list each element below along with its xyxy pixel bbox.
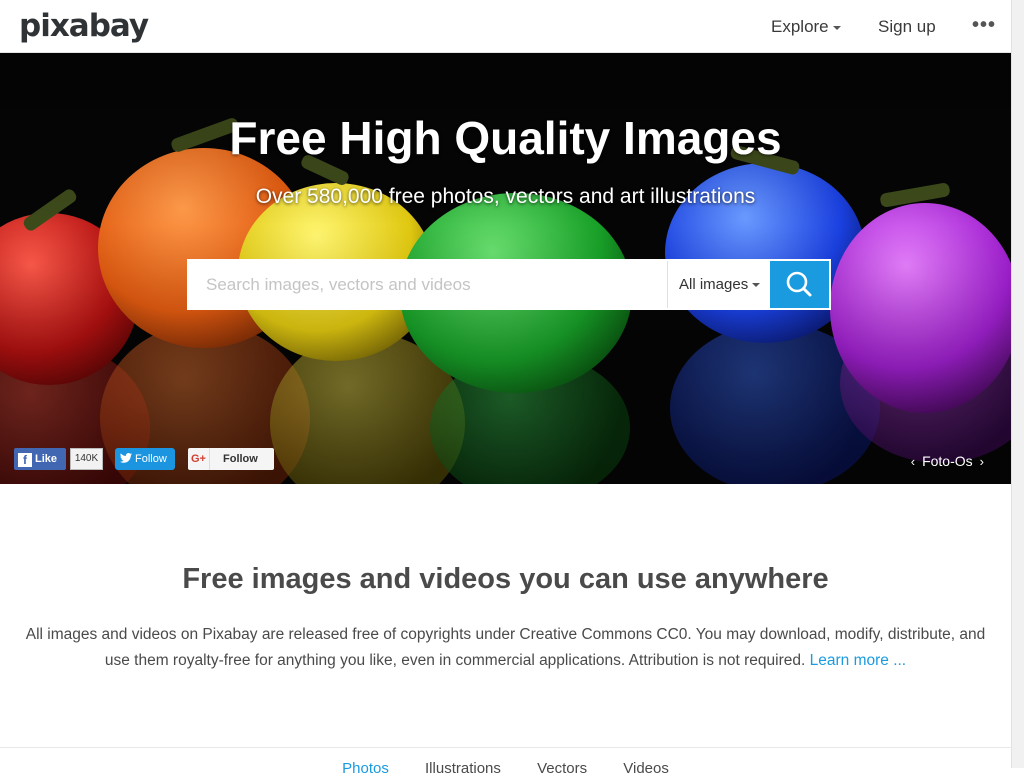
- tab-illustrations[interactable]: Illustrations: [425, 760, 501, 777]
- top-navbar: pixabay Explore Sign up •••: [0, 0, 1024, 53]
- tab-vectors[interactable]: Vectors: [537, 760, 587, 777]
- search-button[interactable]: [770, 261, 829, 308]
- hero-title: Free High Quality Images: [229, 112, 782, 164]
- caret-down-icon: [752, 283, 761, 288]
- intro-paragraph: All images and videos on Pixabay are rel…: [20, 622, 991, 674]
- page-scrollbar[interactable]: [1011, 0, 1024, 768]
- hero-banner: Free High Quality Images Over 580,000 fr…: [0, 53, 1011, 484]
- intro-title: Free images and videos you can use anywh…: [182, 563, 829, 595]
- explore-menu[interactable]: Explore: [771, 17, 841, 37]
- signup-link[interactable]: Sign up: [878, 17, 936, 37]
- tab-photos[interactable]: Photos: [342, 760, 389, 777]
- search-input[interactable]: [189, 261, 667, 308]
- googleplus-icon: G+: [188, 448, 210, 470]
- facebook-icon: f: [18, 453, 32, 467]
- twitter-follow-button[interactable]: Follow: [115, 448, 175, 470]
- media-type-tabs: Photos Illustrations Vectors Videos: [0, 760, 1011, 777]
- caret-down-icon: [832, 25, 841, 30]
- googleplus-follow-button[interactable]: G+ Follow: [188, 448, 274, 470]
- search-form: All images: [187, 259, 831, 310]
- facebook-like-count: 140K: [70, 448, 103, 470]
- googleplus-follow-label: Follow: [223, 453, 258, 465]
- image-type-dropdown[interactable]: All images: [667, 261, 770, 308]
- search-icon: [786, 271, 812, 297]
- explore-label: Explore: [771, 17, 829, 36]
- previous-image-icon[interactable]: ‹: [911, 454, 915, 469]
- twitter-bird-icon: [120, 453, 132, 463]
- tab-videos[interactable]: Videos: [623, 760, 669, 777]
- hero-subtitle: Over 580,000 free photos, vectors and ar…: [255, 185, 756, 208]
- facebook-like-label: Like: [35, 453, 58, 465]
- section-divider: [0, 747, 1011, 748]
- learn-more-link[interactable]: Learn more ...: [810, 652, 907, 669]
- photo-credit: ‹ Foto-Os ›: [904, 453, 991, 469]
- photographer-link[interactable]: Foto-Os: [922, 453, 973, 469]
- pixabay-logo[interactable]: pixabay: [19, 8, 149, 44]
- twitter-follow-label: Follow: [135, 453, 167, 465]
- image-type-label: All images: [679, 276, 749, 293]
- next-image-icon[interactable]: ›: [980, 454, 984, 469]
- more-menu-icon[interactable]: •••: [972, 14, 996, 37]
- facebook-like-button[interactable]: f Like: [14, 448, 66, 470]
